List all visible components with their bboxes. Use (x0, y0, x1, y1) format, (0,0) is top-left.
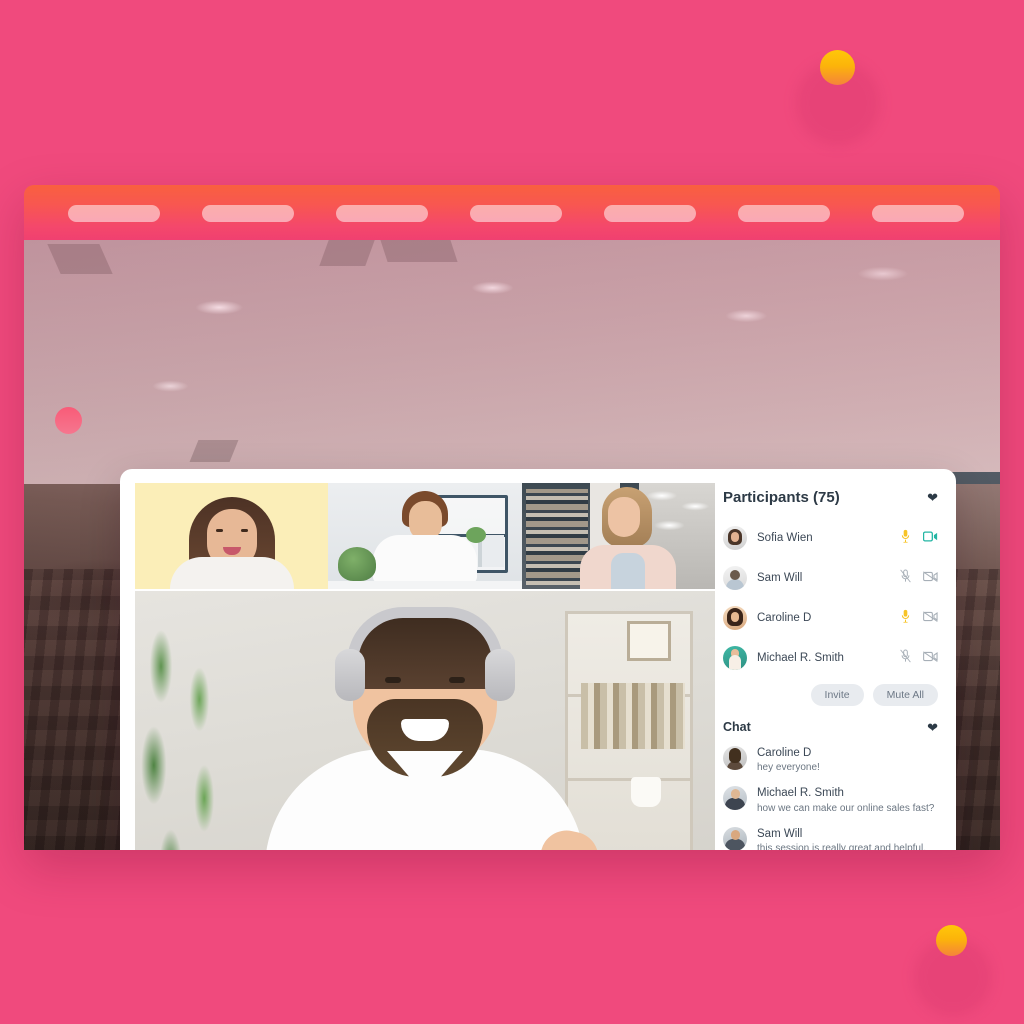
thumbnail-participant-1[interactable] (135, 483, 329, 589)
participant-name: Caroline D (757, 612, 812, 624)
orange-dot-icon-top (820, 50, 855, 85)
avatar (723, 746, 747, 770)
chat-message: Caroline D hey everyone! (723, 746, 938, 775)
browser-tab-2[interactable] (202, 205, 294, 222)
participants-panel-header: Participants (75) ❤ (723, 489, 938, 506)
participant-status-icons (900, 529, 938, 548)
camera-off-icon[interactable] (923, 609, 938, 627)
browser-tab-6[interactable] (738, 205, 830, 222)
heart-icon-chat[interactable]: ❤ (927, 721, 938, 734)
participant-status-icons (900, 609, 938, 628)
browser-tab-4[interactable] (470, 205, 562, 222)
mic-on-icon[interactable] (900, 609, 911, 628)
chat-text: hey everyone! (757, 762, 820, 774)
participant-row[interactable]: Michael R. Smith (723, 638, 938, 678)
thumbnail-row (135, 483, 715, 589)
participants-title: Participants (75) (723, 489, 840, 506)
chat-message: Sam Will this session is really great an… (723, 826, 938, 850)
chat-message: Michael R. Smith how we can make our onl… (723, 786, 938, 815)
browser-tab-7[interactable] (872, 205, 964, 222)
avatar (723, 826, 747, 850)
participants-actions: Invite Mute All (723, 684, 938, 706)
orange-dot-icon-bottom (936, 925, 967, 956)
participant-row[interactable]: Caroline D (723, 598, 938, 638)
camera-off-icon[interactable] (923, 569, 938, 587)
mic-on-icon[interactable] (900, 529, 911, 548)
camera-on-icon[interactable] (922, 529, 938, 547)
video-stage: Mute Stop Video Security (120, 469, 715, 850)
chat-text: this session is really great and helpful… (757, 843, 926, 850)
chat-author: Caroline D (757, 747, 812, 759)
mic-off-icon[interactable] (900, 569, 911, 588)
chat-text: how we can make our online sales fast? (757, 802, 935, 814)
page-root: Mute Stop Video Security (0, 0, 1024, 1024)
browser-window: Mute Stop Video Security (24, 185, 1000, 850)
browser-tab-bar (24, 185, 1000, 240)
mute-all-button[interactable]: Mute All (872, 684, 938, 706)
camera-off-icon[interactable] (923, 649, 938, 667)
participant-name: Sofia Wien (757, 532, 813, 544)
avatar (723, 786, 747, 811)
mic-off-icon[interactable] (900, 649, 911, 668)
chat-author: Sam Will (757, 827, 803, 840)
avatar (723, 526, 747, 550)
main-speaker-video[interactable] (135, 591, 715, 850)
participant-row[interactable]: Sofia Wien (723, 518, 938, 558)
chat-title: Chat (723, 720, 751, 734)
participant-status-icons (900, 649, 938, 668)
participant-status-icons (900, 569, 938, 588)
thumbnail-participant-2[interactable] (328, 483, 522, 589)
browser-tab-5[interactable] (604, 205, 696, 222)
side-panel: Participants (75) ❤ Sofia Wien Sam Will … (715, 469, 956, 850)
chat-panel-header: Chat ❤ (723, 720, 938, 734)
thumbnail-participant-3[interactable] (521, 483, 715, 589)
chat-author: Michael R. Smith (757, 787, 844, 800)
invite-button[interactable]: Invite (810, 684, 864, 706)
avatar (723, 566, 747, 590)
avatar (723, 606, 747, 630)
browser-tab-3[interactable] (336, 205, 428, 222)
heart-icon-participants[interactable]: ❤ (927, 491, 938, 504)
video-conference-app: Mute Stop Video Security (120, 469, 956, 850)
participant-name: Michael R. Smith (757, 652, 844, 664)
browser-tab-1[interactable] (68, 205, 160, 222)
pink-dot-icon-left (55, 407, 82, 434)
participant-row[interactable]: Sam Will (723, 558, 938, 598)
avatar (723, 646, 747, 670)
participant-name: Sam Will (757, 572, 803, 584)
